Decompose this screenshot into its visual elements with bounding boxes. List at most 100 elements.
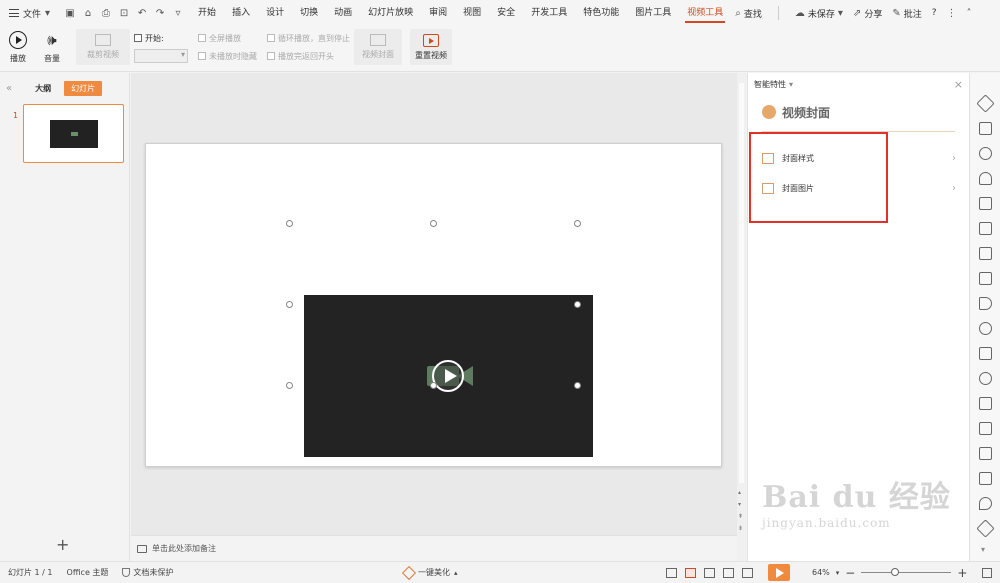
slide-thumbnail[interactable] — [23, 104, 124, 163]
tab-animations[interactable]: 动画 — [326, 0, 360, 26]
help-circle-icon[interactable] — [979, 372, 992, 385]
hide-unplayed-checkbox[interactable] — [198, 52, 206, 60]
collapse-panel-icon[interactable]: « — [6, 83, 12, 94]
start-dropdown[interactable] — [134, 49, 188, 63]
audio-icon[interactable] — [979, 297, 992, 310]
chevron-down-icon[interactable]: ▾ — [981, 545, 985, 554]
grid-icon[interactable] — [979, 422, 992, 435]
save-icon[interactable]: ▣ — [64, 7, 76, 19]
vertical-scrollbar[interactable]: ▴ ▾ ⇞ ⇟ — [737, 73, 746, 561]
play-button[interactable]: 播放 — [4, 29, 32, 67]
document-icon[interactable] — [979, 197, 992, 210]
rewind-checkbox[interactable] — [267, 52, 275, 60]
zoom-in-icon[interactable]: + — [957, 566, 967, 580]
chevron-down-icon[interactable]: ▾ — [836, 569, 840, 577]
tab-view[interactable]: 视图 — [455, 0, 489, 26]
loop-option[interactable]: 循环播放，直到停止 — [267, 31, 350, 45]
volume-button[interactable]: 🕪 音量 — [38, 29, 66, 67]
location-icon[interactable] — [979, 497, 992, 510]
undo-icon[interactable]: ↶ — [136, 7, 148, 19]
shape-icon[interactable] — [976, 94, 995, 113]
reading-view-icon[interactable] — [723, 567, 734, 578]
unsaved-button[interactable]: ☁ 未保存 ▾ — [795, 7, 843, 20]
sliders-icon[interactable] — [979, 397, 992, 410]
tab-slides[interactable]: 幻灯片 — [64, 80, 103, 96]
layers-icon[interactable] — [979, 147, 992, 160]
chart-icon[interactable] — [979, 447, 992, 460]
cube-icon[interactable] — [976, 519, 995, 538]
tab-special-features[interactable]: 特色功能 — [575, 0, 627, 26]
add-slide-button[interactable]: + — [56, 535, 69, 554]
fill-icon[interactable] — [979, 172, 992, 185]
scrollbar-thumb[interactable] — [739, 83, 744, 483]
tab-video-tools[interactable]: 视频工具 — [679, 0, 731, 26]
print-preview-icon[interactable]: ⊡ — [118, 7, 130, 19]
tab-security[interactable]: 安全 — [489, 0, 523, 26]
scroll-down-icon[interactable]: ▾ — [738, 501, 741, 508]
collapse-ribbon-button[interactable]: ˄ — [967, 8, 972, 19]
zoom-slider-knob[interactable] — [891, 568, 900, 576]
start-slideshow-button[interactable] — [768, 564, 790, 581]
scroll-up-icon[interactable]: ▴ — [738, 489, 741, 496]
video-cover-button[interactable]: 视频封面 — [354, 29, 402, 65]
resize-handle[interactable] — [286, 382, 293, 389]
rewind-option[interactable]: 播放完返回开头 — [267, 49, 350, 63]
tab-review[interactable]: 审阅 — [421, 0, 455, 26]
resize-handle[interactable] — [574, 382, 581, 389]
format-painter-icon[interactable]: ⌂ — [82, 7, 94, 19]
resize-handle[interactable] — [574, 301, 581, 308]
crop-icon[interactable] — [979, 347, 992, 360]
resize-handle[interactable] — [430, 220, 437, 227]
redo-icon[interactable]: ↷ — [154, 7, 166, 19]
beautify-button[interactable]: 一键美化 ▴ — [401, 565, 458, 580]
resize-handle[interactable] — [286, 301, 293, 308]
slide[interactable] — [145, 143, 722, 467]
prev-page-icon[interactable]: ⇞ — [738, 513, 743, 520]
play-overlay-icon[interactable] — [432, 360, 464, 392]
theme-name[interactable]: Office 主题 — [67, 567, 109, 578]
search-button[interactable]: ⌕ 查找 — [735, 7, 762, 20]
zoom-out-icon[interactable]: − — [845, 566, 855, 580]
print-icon[interactable]: ⎙ — [100, 7, 112, 19]
export-icon[interactable] — [979, 222, 992, 235]
fullscreen-option[interactable]: 全屏播放 — [198, 31, 257, 45]
help-button[interactable]: ? — [932, 8, 937, 18]
loop-checkbox[interactable] — [267, 34, 275, 42]
file-menu[interactable]: 文件 ▾ — [9, 7, 50, 20]
copy-icon[interactable] — [979, 122, 992, 135]
slide-sorter-icon[interactable] — [704, 567, 715, 578]
close-icon[interactable]: × — [954, 78, 963, 91]
reset-video-button[interactable]: 重置视频 — [410, 29, 452, 65]
tab-insert[interactable]: 插入 — [224, 0, 258, 26]
more-button[interactable]: ⋮ — [947, 8, 957, 19]
trim-video-button[interactable]: 裁剪视频 — [76, 29, 130, 65]
video-object[interactable] — [304, 295, 593, 457]
tab-picture-tools[interactable]: 图片工具 — [627, 0, 679, 26]
tab-design[interactable]: 设计 — [258, 0, 292, 26]
tab-slideshow[interactable]: 幻灯片放映 — [360, 0, 421, 26]
protection-status[interactable]: 文档未保护 — [122, 567, 173, 578]
archive-icon[interactable] — [979, 247, 992, 260]
share-button[interactable]: ⇗ 分享 — [853, 7, 882, 20]
fullscreen-checkbox[interactable] — [198, 34, 206, 42]
picture-icon[interactable] — [979, 272, 992, 285]
tab-home[interactable]: 开始 — [190, 0, 224, 26]
resize-handle[interactable] — [574, 220, 581, 227]
notes-bar[interactable]: 单击此处添加备注 — [131, 535, 737, 561]
annotate-button[interactable]: ✎ 批注 — [892, 7, 921, 20]
next-page-icon[interactable]: ⇟ — [738, 525, 743, 532]
zoom-slider[interactable] — [861, 568, 952, 576]
chevron-down-icon[interactable]: ▾ — [789, 80, 793, 89]
zoom-level[interactable]: 64% — [812, 568, 830, 577]
tab-outline[interactable]: 大纲 — [28, 81, 58, 96]
tab-transitions[interactable]: 切换 — [292, 0, 326, 26]
resize-handle[interactable] — [430, 382, 437, 389]
customize-qa-icon[interactable]: ▿ — [172, 7, 184, 19]
resize-handle[interactable] — [286, 220, 293, 227]
normal-view-icon[interactable] — [685, 567, 696, 578]
table-icon[interactable] — [979, 472, 992, 485]
fit-window-icon[interactable] — [982, 567, 992, 578]
hide-unplayed-option[interactable]: 未播放时隐藏 — [198, 49, 257, 63]
notes-view-icon[interactable] — [666, 567, 677, 578]
tab-developer[interactable]: 开发工具 — [523, 0, 575, 26]
